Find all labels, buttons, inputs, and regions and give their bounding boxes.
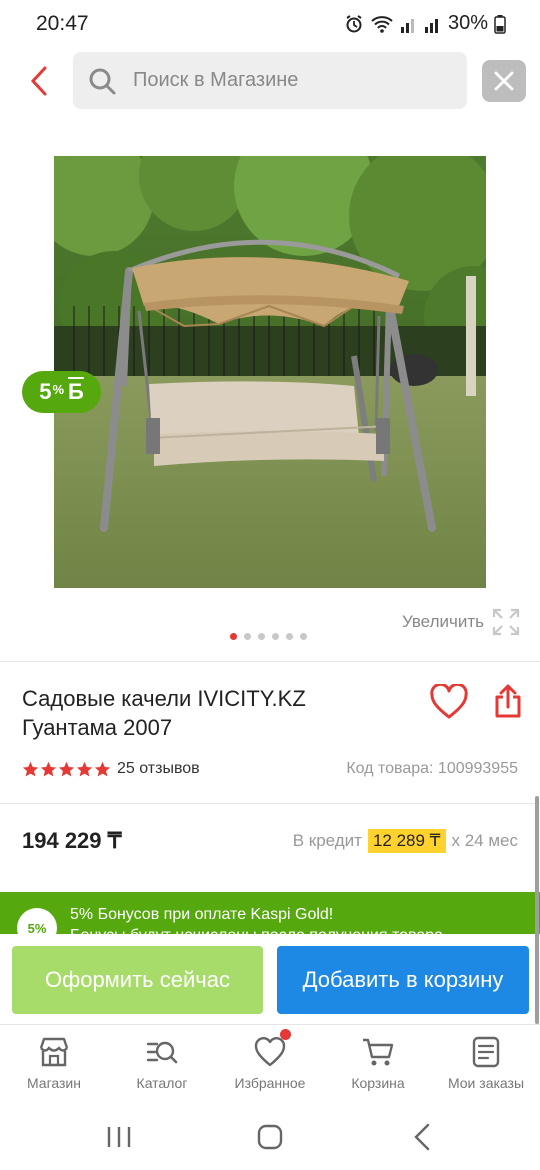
back-arrow-icon — [414, 1123, 430, 1151]
star-icon — [22, 761, 39, 776]
tab-label: Мои заказы — [447, 1075, 525, 1091]
checkout-now-button[interactable]: Оформить сейчас — [12, 946, 263, 1014]
search-box[interactable] — [73, 52, 467, 109]
credit-offer[interactable]: В кредит 12 289 ₸ х 24 мес — [293, 829, 518, 853]
share-button[interactable] — [494, 683, 522, 719]
divider — [0, 803, 540, 804]
product-photo — [54, 156, 486, 588]
signal-icon — [400, 18, 414, 33]
scrollbar[interactable] — [535, 796, 539, 1024]
cart-icon — [363, 1038, 394, 1066]
tab-favorites[interactable]: Избранное — [216, 1029, 324, 1091]
rating-stars — [22, 761, 111, 778]
star-icon — [76, 761, 93, 776]
battery-percent: 30% — [447, 12, 488, 34]
home-button[interactable] — [250, 1122, 290, 1152]
bonus-badge: 5% Б — [22, 371, 101, 413]
gold-bonus-badge: 5% — [17, 908, 57, 936]
tab-label: Каталог — [136, 1075, 188, 1091]
bonus-badge-currency: Б — [68, 379, 84, 404]
wifi-icon — [371, 15, 393, 33]
signal-2-icon — [424, 18, 438, 33]
action-bar: Оформить сейчас Добавить в корзину — [0, 934, 540, 1024]
bonus-badge-value: 5 — [39, 379, 52, 404]
pagination-dot[interactable] — [300, 633, 307, 640]
tab-catalog[interactable]: Каталог — [108, 1035, 216, 1091]
tab-orders[interactable]: Мои заказы — [432, 1035, 540, 1091]
credit-suffix: х 24 мес — [451, 831, 519, 850]
search-input[interactable] — [133, 69, 433, 92]
back-button[interactable] — [22, 62, 56, 100]
bonus-badge-percent: % — [52, 381, 64, 397]
recents-icon — [107, 1127, 131, 1147]
zoom-label: Увеличить — [402, 612, 484, 631]
status-icons: 30% — [344, 12, 506, 35]
bottom-tab-bar: Магазин Каталог Избранное Корзина Мои за… — [0, 1024, 540, 1104]
product-price: 194 229 ₸ — [22, 828, 122, 853]
tab-label: Корзина — [351, 1075, 405, 1091]
status-bar: 20:47 30% — [0, 0, 540, 48]
zoom-button[interactable]: Увеличить — [402, 608, 520, 636]
heart-icon-wrap — [253, 1029, 291, 1069]
heart-icon — [254, 1037, 286, 1067]
home-icon — [257, 1124, 283, 1150]
close-icon — [494, 71, 514, 91]
chevron-left-icon — [30, 66, 47, 96]
catalog-search-icon — [146, 1041, 178, 1064]
credit-prefix: В кредит — [292, 831, 362, 850]
system-back-button[interactable] — [402, 1122, 442, 1152]
kaspi-gold-banner[interactable]: 5% 5% Бонусов при оплате Kaspi Gold! Бон… — [0, 892, 540, 936]
rating-row: 25 отзывов — [22, 760, 200, 778]
heart-icon — [430, 682, 468, 719]
search-icon — [89, 68, 116, 94]
pagination-dot[interactable] — [230, 633, 237, 640]
product-title: Садовые качели IVICITY.KZ Гуантама 2007 — [22, 686, 306, 740]
share-icon — [495, 684, 521, 718]
system-nav-bar — [0, 1104, 540, 1170]
tab-store[interactable]: Магазин — [0, 1035, 108, 1091]
pagination-dot[interactable] — [272, 633, 279, 640]
image-pagination — [230, 633, 307, 640]
product-image[interactable] — [54, 156, 486, 588]
alarm-icon — [346, 14, 362, 32]
pagination-dot[interactable] — [258, 633, 265, 640]
star-icon — [94, 761, 111, 776]
store-icon — [39, 1037, 69, 1067]
divider — [0, 661, 540, 662]
credit-amount: 12 289 ₸ — [367, 829, 446, 853]
star-icon — [40, 761, 57, 776]
clear-button[interactable] — [482, 60, 526, 102]
gold-banner-title: 5% Бонусов при оплате Kaspi Gold! — [70, 906, 334, 923]
expand-icon — [492, 608, 520, 636]
reviews-link[interactable]: 25 отзывов — [117, 760, 200, 778]
search-header — [0, 52, 540, 110]
add-to-cart-button[interactable]: Добавить в корзину — [277, 946, 529, 1014]
tab-label: Магазин — [26, 1075, 81, 1091]
recents-button[interactable] — [99, 1122, 139, 1152]
status-time: 20:47 — [36, 12, 89, 35]
notification-dot — [280, 1029, 291, 1040]
pagination-dot[interactable] — [244, 633, 251, 640]
tab-label: Избранное — [234, 1075, 306, 1091]
star-icon — [58, 761, 75, 776]
tab-cart[interactable]: Корзина — [324, 1035, 432, 1091]
product-sku: Код товара: 100993955 — [346, 760, 518, 777]
orders-icon — [472, 1036, 500, 1068]
favorite-button[interactable] — [430, 682, 468, 720]
battery-icon — [494, 14, 506, 34]
pagination-dot[interactable] — [286, 633, 293, 640]
